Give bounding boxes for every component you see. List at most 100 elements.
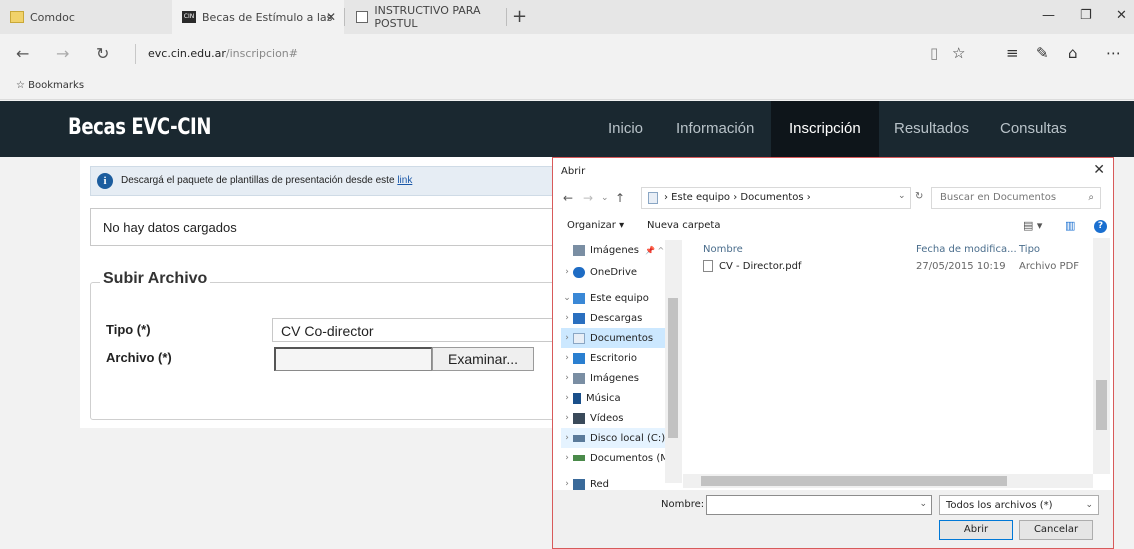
tree-label: Imágenes (590, 244, 640, 256)
tree-item-escritorio[interactable]: › Escritorio (561, 348, 679, 368)
more-icon[interactable]: ⋯ (1106, 44, 1121, 62)
bookmarks-bar: ☆ Bookmarks (0, 74, 1134, 100)
tree-expand-icon: ⌄ (563, 293, 571, 303)
drive-icon (573, 434, 585, 442)
tab-comdoc[interactable]: Comdoc (0, 0, 170, 34)
file-list-vertical-thumb[interactable] (1096, 380, 1107, 430)
file-date: 27/05/2015 10:19 (916, 261, 1006, 272)
refresh-icon[interactable]: ↻ (96, 44, 109, 63)
tab-divider (344, 8, 345, 26)
dialog-close-icon[interactable]: ✕ (1093, 162, 1105, 178)
pictures-icon (573, 244, 585, 256)
tree-label: OneDrive (590, 266, 638, 278)
tree-item-imagenes-pinned[interactable]: Imágenes 📌 ^ (561, 240, 679, 260)
search-placeholder: Buscar en Documentos (940, 192, 1057, 203)
new-tab-button[interactable]: + (512, 6, 527, 27)
tree-item-disco-local[interactable]: › Disco local (C:) (561, 428, 679, 448)
column-header-name[interactable]: Nombre (703, 244, 743, 255)
cancel-button[interactable]: Cancelar (1019, 520, 1093, 540)
bookmarks-link[interactable]: ☆ Bookmarks (16, 80, 84, 91)
file-name-dropdown-icon[interactable]: ⌄ (919, 499, 927, 509)
nav-inscripcion[interactable]: Inscripción (771, 101, 879, 157)
nav-inicio[interactable]: Inicio (590, 101, 661, 157)
file-type-select[interactable]: Todos los archivos (*) ⌄ (939, 495, 1099, 515)
nav-resultados[interactable]: Resultados (876, 101, 987, 157)
tree-item-este-equipo[interactable]: ⌄ Este equipo (561, 288, 679, 308)
tree-label: Vídeos (590, 412, 624, 424)
file-list-horizontal-thumb[interactable] (701, 476, 1007, 486)
close-tab-icon[interactable]: ✕ (326, 10, 336, 24)
tree-expand-icon: › (565, 433, 569, 443)
archivo-file-input[interactable] (274, 347, 432, 371)
tree-item-videos[interactable]: › Vídeos (561, 408, 679, 428)
tree-expand-icon: › (565, 353, 569, 363)
tipo-selected-value: CV Co-director (281, 323, 374, 339)
nav-informacion[interactable]: Información (658, 101, 772, 157)
tree-label: Descargas (590, 312, 643, 324)
favorite-star-icon[interactable]: ☆ (952, 44, 965, 62)
url-field[interactable]: evc.cin.edu.ar/inscripcion# (148, 47, 298, 60)
column-header-type[interactable]: Tipo (1019, 244, 1040, 255)
help-icon[interactable]: ? (1094, 220, 1107, 233)
tab-becas[interactable]: CIN Becas de Estímulo a las ✕ (172, 0, 344, 34)
window-close-icon[interactable]: ✕ (1116, 8, 1127, 23)
column-header-date[interactable]: Fecha de modifica... (916, 244, 1017, 255)
dialog-back-icon[interactable]: ← (563, 191, 573, 205)
info-message: Descargá el paquete de plantillas de pre… (121, 175, 398, 186)
pin-icon: 📌 ^ (645, 245, 665, 255)
file-name-label: Nombre: (661, 499, 705, 510)
browse-button[interactable]: Examinar... (432, 347, 534, 371)
open-button[interactable]: Abrir (939, 520, 1013, 540)
preview-pane-icon[interactable]: ▥ (1065, 219, 1075, 232)
tree-item-documentos-m[interactable]: › Documentos (M (561, 448, 679, 468)
site-header: Becas EVC-CIN Inicio Información Inscrip… (0, 101, 1134, 157)
tree-expand-icon: › (565, 393, 569, 403)
organize-button[interactable]: Organizar ▾ (567, 220, 624, 231)
new-folder-button[interactable]: Nueva carpeta (647, 220, 720, 231)
tree-expand-icon: › (565, 413, 569, 423)
back-icon[interactable]: ← (16, 44, 29, 63)
view-options-icon[interactable]: ▤ ▾ (1023, 219, 1042, 232)
tab-label: INSTRUCTIVO PARA POSTUL (374, 4, 481, 30)
site-brand[interactable]: Becas EVC-CIN (68, 115, 211, 140)
no-data-message: No hay datos cargados (103, 220, 237, 235)
minimize-icon[interactable]: — (1042, 8, 1055, 23)
file-name-input[interactable]: ⌄ (706, 495, 932, 515)
hub-icon[interactable]: ≡ (1006, 44, 1019, 62)
tree-label: Música (586, 392, 621, 404)
tree-label: Red (590, 478, 609, 490)
url-host: evc.cin.edu.ar (148, 47, 226, 60)
share-icon[interactable]: ⌂ (1068, 44, 1078, 62)
dialog-path-bar[interactable]: › Este equipo › Documentos › (641, 187, 911, 209)
tree-item-documentos[interactable]: › Documentos (561, 328, 679, 348)
tree-item-musica[interactable]: › Música (561, 388, 679, 408)
tree-expand-icon: › (565, 373, 569, 383)
tipo-select[interactable]: CV Co-director (272, 318, 562, 342)
tipo-label: Tipo (*) (106, 322, 151, 337)
file-list-item[interactable]: CV - Director.pdf (703, 260, 801, 272)
path-dropdown-icon[interactable]: ⌄ (898, 191, 906, 201)
network-drive-icon (573, 455, 585, 461)
nav-consultas[interactable]: Consultas (982, 101, 1085, 157)
dialog-search-input[interactable]: Buscar en Documentos ⌕ (931, 187, 1101, 209)
cin-favicon-icon: CIN (182, 11, 196, 23)
dialog-up-icon[interactable]: ↑ (615, 191, 625, 205)
dialog-forward-icon[interactable]: → (583, 191, 593, 205)
videos-icon (573, 412, 585, 424)
web-note-icon[interactable]: ✎ (1036, 44, 1049, 62)
dialog-refresh-icon[interactable]: ↻ (915, 191, 923, 202)
tree-label: Documentos (590, 332, 654, 344)
tree-item-descargas[interactable]: › Descargas (561, 308, 679, 328)
file-list-vertical-scrollbar[interactable] (1093, 238, 1110, 474)
tree-item-red[interactable]: › Red (561, 474, 679, 490)
tab-instructivo[interactable]: INSTRUCTIVO PARA POSTUL (346, 0, 506, 34)
reading-view-icon[interactable]: ▯ (930, 44, 938, 62)
forward-icon[interactable]: → (56, 44, 69, 63)
recent-locations-icon[interactable]: ⌄ (601, 193, 609, 203)
computer-icon (573, 292, 585, 304)
navigation-scroll-thumb[interactable] (668, 298, 678, 438)
restore-icon[interactable]: ❐ (1080, 8, 1092, 23)
templates-link[interactable]: link (397, 175, 412, 186)
tree-item-onedrive[interactable]: › OneDrive (561, 262, 679, 282)
tree-item-imagenes[interactable]: › Imágenes (561, 368, 679, 388)
